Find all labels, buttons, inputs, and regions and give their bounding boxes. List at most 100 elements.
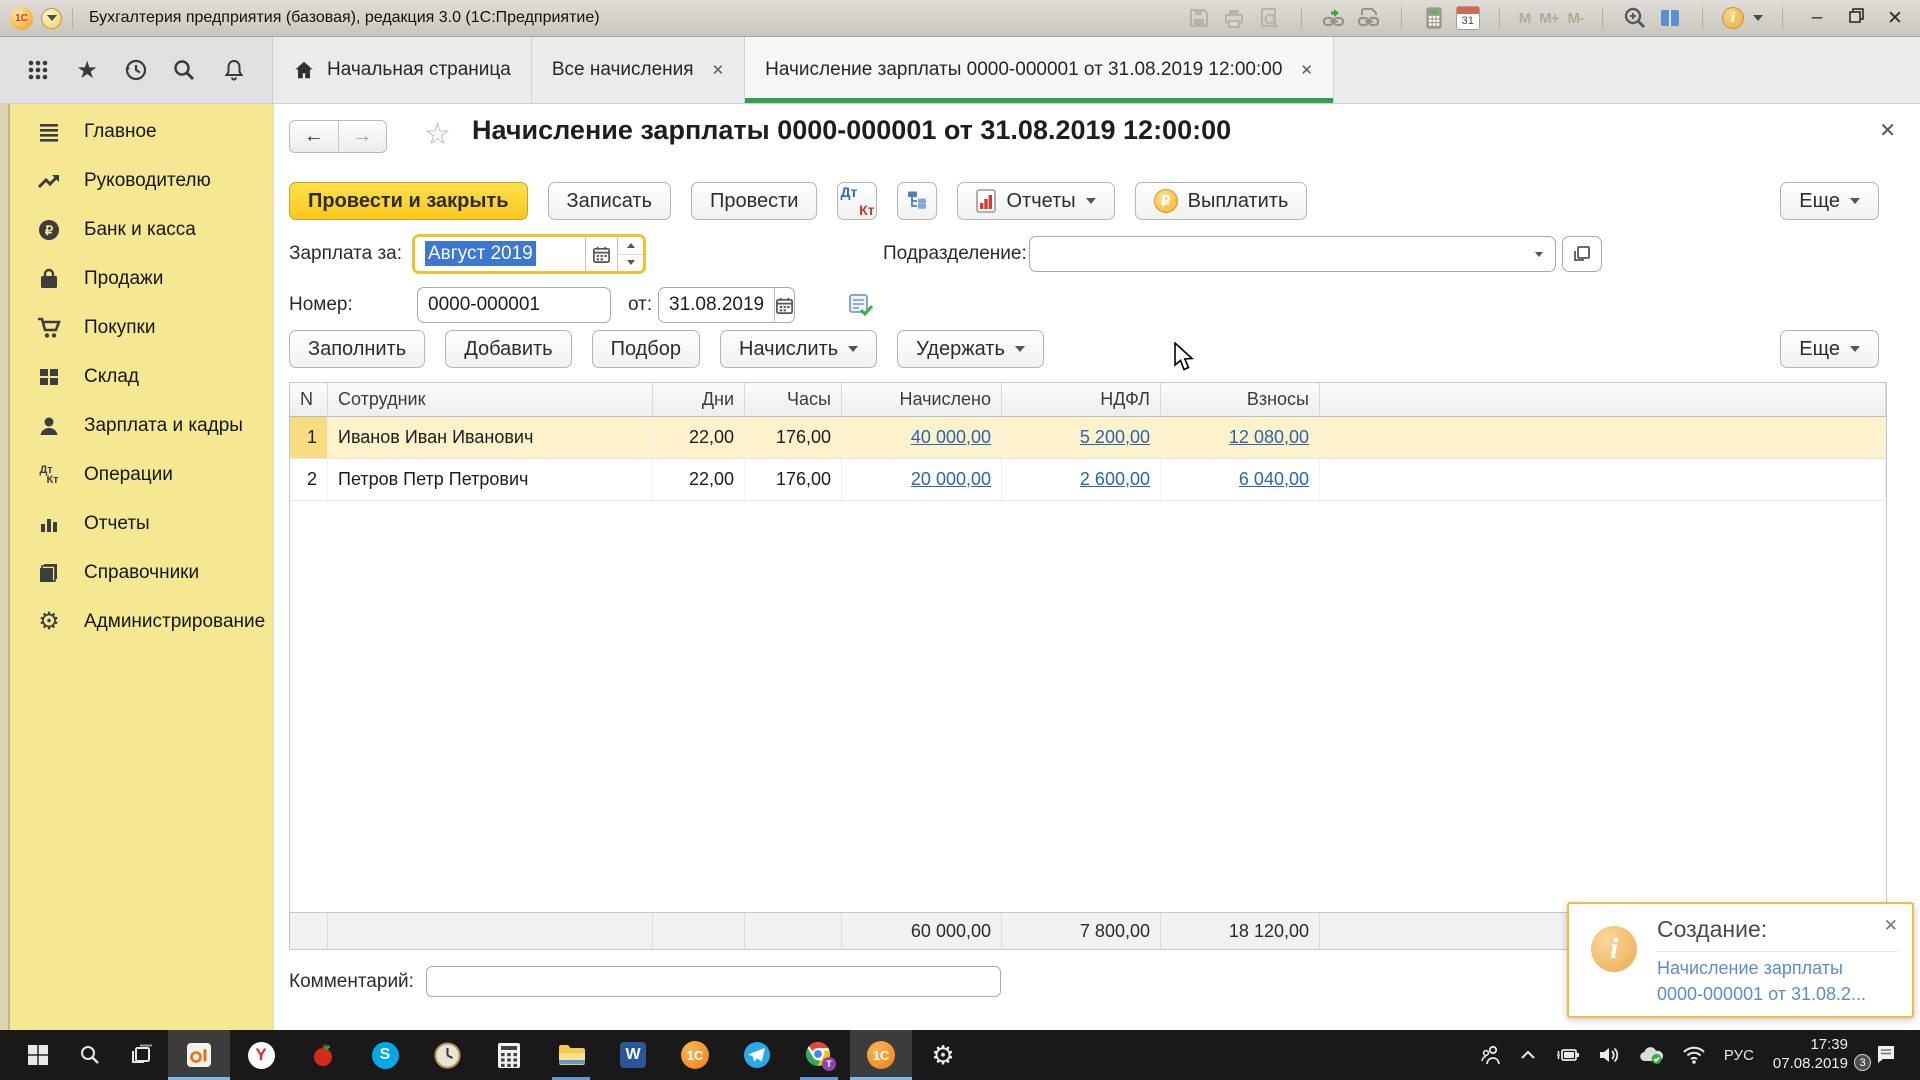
close-window-button[interactable]: ✕ xyxy=(1880,7,1910,30)
contributions-link[interactable]: 12 080,00 xyxy=(1229,427,1309,448)
sidebar-item-warehouse[interactable]: Склад xyxy=(0,352,273,401)
period-input[interactable]: Август 2019 xyxy=(412,234,646,274)
column-header-ndfl[interactable]: НДФЛ xyxy=(1002,383,1161,416)
apps-grid-icon[interactable] xyxy=(23,55,53,85)
calendar-picker-icon[interactable] xyxy=(585,237,617,271)
comment-input[interactable] xyxy=(426,966,1001,997)
taskbar-app-settings[interactable]: ⚙ xyxy=(912,1030,974,1080)
debit-credit-button[interactable]: ДтКт xyxy=(837,182,877,220)
step-up-icon[interactable] xyxy=(627,243,635,248)
action-center-icon[interactable]: 3 xyxy=(1862,1030,1910,1080)
language-indicator[interactable]: РУС xyxy=(1719,1030,1759,1080)
tray-expand-chevron-icon[interactable] xyxy=(1515,1030,1541,1080)
zoom-icon[interactable] xyxy=(1622,5,1648,31)
tab-close-icon[interactable]: ✕ xyxy=(1300,61,1313,79)
sidebar-item-manager[interactable]: Руководителю xyxy=(0,156,273,205)
column-header-contributions[interactable]: Взносы xyxy=(1161,383,1320,416)
wifi-icon[interactable] xyxy=(1677,1030,1711,1080)
period-stepper[interactable] xyxy=(617,237,643,271)
sidebar-item-sales[interactable]: Продажи xyxy=(0,254,273,303)
favorites-star-icon[interactable]: ★ xyxy=(72,55,102,85)
department-input[interactable] xyxy=(1029,236,1556,272)
memory-plus-button[interactable]: M+ xyxy=(1539,10,1558,27)
tab-home[interactable]: Начальная страница xyxy=(273,37,532,103)
pick-button[interactable]: Подбор xyxy=(592,330,700,368)
date-input[interactable]: 31.08.2019 xyxy=(658,287,795,323)
hours-cell[interactable]: 176,00 xyxy=(745,417,842,458)
restore-button[interactable] xyxy=(1841,7,1871,29)
step-down-icon[interactable] xyxy=(627,260,635,265)
hours-cell[interactable]: 176,00 xyxy=(745,459,842,500)
employee-cell[interactable]: Петров Петр Петрович xyxy=(328,459,653,500)
form-close-icon[interactable]: ✕ xyxy=(1879,118,1896,143)
accrued-link[interactable]: 20 000,00 xyxy=(911,469,991,490)
forward-button[interactable]: → xyxy=(339,121,387,152)
department-dropdown-icon[interactable] xyxy=(1523,237,1555,271)
days-cell[interactable]: 22,00 xyxy=(653,459,745,500)
taskbar-app-yandex[interactable]: Y xyxy=(230,1030,292,1080)
go-to-link-icon[interactable] xyxy=(1356,5,1382,31)
withhold-button[interactable]: Удержать xyxy=(897,330,1044,368)
onedrive-cloud-icon[interactable] xyxy=(1633,1030,1669,1080)
split-window-icon[interactable] xyxy=(1657,5,1683,31)
sidebar-item-administration[interactable]: ⚙ Администрирование xyxy=(0,597,273,646)
notifications-bell-icon[interactable] xyxy=(219,55,249,85)
ndfl-link[interactable]: 5 200,00 xyxy=(1080,427,1150,448)
notification-close-icon[interactable]: ✕ xyxy=(1884,916,1898,936)
write-button[interactable]: Записать xyxy=(548,182,671,220)
save-icon[interactable] xyxy=(1186,5,1212,31)
employee-cell[interactable]: Иванов Иван Иванович xyxy=(328,417,653,458)
sidebar-item-reports[interactable]: Отчеты xyxy=(0,499,273,548)
calculator-icon[interactable] xyxy=(1421,5,1447,31)
back-button[interactable]: ← xyxy=(290,121,339,152)
contributions-link[interactable]: 6 040,00 xyxy=(1239,469,1309,490)
more-button-top[interactable]: Еще xyxy=(1780,182,1879,220)
number-input[interactable]: 0000-000001 xyxy=(417,287,611,323)
taskbar-app-1c[interactable]: 1С xyxy=(664,1030,726,1080)
info-icon[interactable]: i xyxy=(1722,7,1744,29)
date-calendar-icon[interactable] xyxy=(774,288,794,322)
sidebar-item-purchases[interactable]: Покупки xyxy=(0,303,273,352)
battery-icon[interactable] xyxy=(1549,1030,1585,1080)
main-menu-button[interactable] xyxy=(41,8,62,29)
calendar-icon[interactable]: 31 xyxy=(1456,6,1480,30)
taskbar-app-calculator[interactable] xyxy=(478,1030,540,1080)
start-button[interactable] xyxy=(12,1030,64,1080)
taskbar-search-icon[interactable] xyxy=(64,1030,116,1080)
more-button-table[interactable]: Еще xyxy=(1780,330,1879,368)
print-icon[interactable] xyxy=(1221,5,1247,31)
info-caret-icon[interactable] xyxy=(1753,15,1763,21)
column-header-n[interactable]: N xyxy=(290,383,328,416)
days-cell[interactable]: 22,00 xyxy=(653,417,745,458)
taskbar-app-1c-active[interactable]: 1С xyxy=(850,1030,912,1080)
people-icon[interactable] xyxy=(1475,1030,1507,1080)
print-preview-icon[interactable] xyxy=(1256,5,1282,31)
pay-button[interactable]: ₽ Выплатить xyxy=(1135,182,1308,220)
taskbar-app-skype[interactable]: S xyxy=(354,1030,416,1080)
accrued-link[interactable]: 40 000,00 xyxy=(911,427,991,448)
sidebar-item-bank-cash[interactable]: ₽ Банк и касса xyxy=(0,205,273,254)
sidebar-item-salary-hr[interactable]: Зарплата и кадры xyxy=(0,401,273,450)
tab-close-icon[interactable]: ✕ xyxy=(712,61,725,79)
department-open-button[interactable] xyxy=(1562,236,1602,272)
taskbar-app-word[interactable]: W xyxy=(602,1030,664,1080)
table-row[interactable]: 2 Петров Петр Петрович 22,00 176,00 20 0… xyxy=(290,459,1886,501)
taskbar-app-media[interactable] xyxy=(168,1030,230,1080)
taskbar-app-clock[interactable] xyxy=(416,1030,478,1080)
table-empty-area[interactable] xyxy=(290,501,1886,912)
column-header-employee[interactable]: Сотрудник xyxy=(328,383,653,416)
sidebar-item-directories[interactable]: Справочники xyxy=(0,548,273,597)
taskbar-clock[interactable]: 17:39 07.08.2019 xyxy=(1767,1036,1854,1074)
favorite-star-icon[interactable]: ☆ xyxy=(424,117,451,152)
document-structure-button[interactable] xyxy=(897,182,937,220)
volume-icon[interactable] xyxy=(1593,1030,1625,1080)
get-link-icon[interactable] xyxy=(1321,5,1347,31)
accrue-button[interactable]: Начислить xyxy=(720,330,877,368)
taskbar-app-telegram[interactable] xyxy=(726,1030,788,1080)
memory-minus-button[interactable]: M- xyxy=(1568,10,1584,27)
add-button[interactable]: Добавить xyxy=(445,330,571,368)
post-button[interactable]: Провести xyxy=(691,182,817,220)
notification-link-line2[interactable]: 0000-000001 от 31.08.2... xyxy=(1657,984,1866,1005)
taskbar-app-chrome[interactable]: T xyxy=(788,1030,850,1080)
tab-salary-accrual[interactable]: Начисление зарплаты 0000-000001 от 31.08… xyxy=(745,37,1334,103)
